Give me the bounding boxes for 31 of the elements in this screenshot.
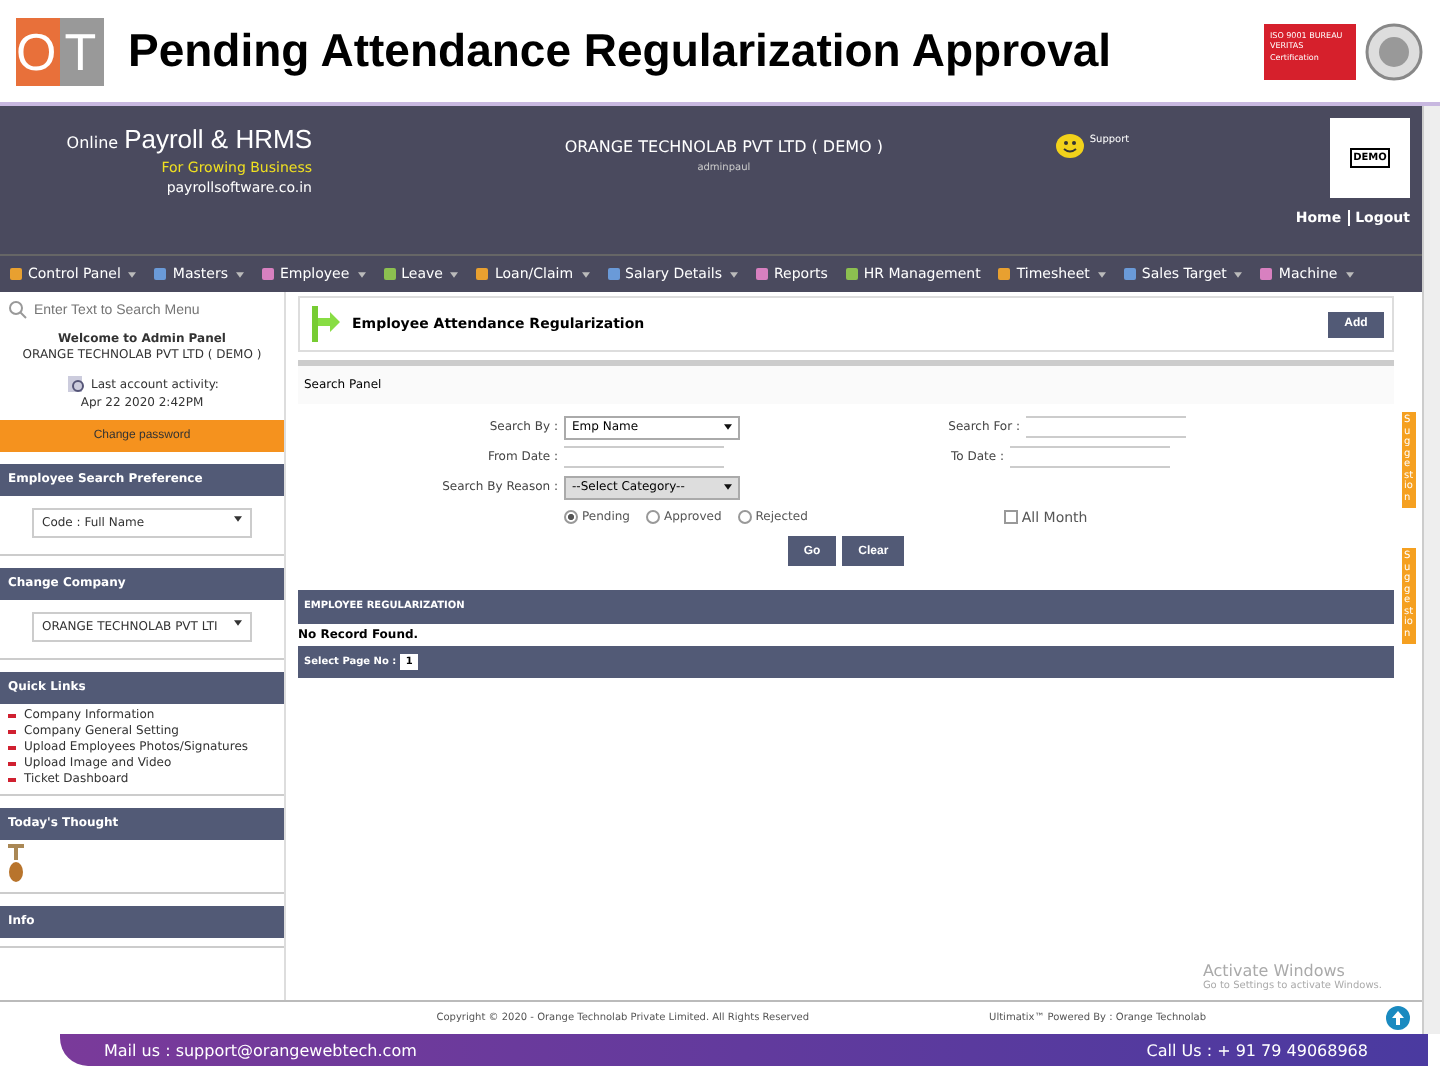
seal-icon — [1364, 21, 1424, 81]
menu-icon — [152, 266, 169, 282]
caret-icon — [234, 516, 242, 522]
menu-icon — [605, 266, 622, 282]
menu-icon — [754, 266, 770, 282]
activation-notice-title: Activate Windows — [1202, 962, 1347, 980]
menu-icon — [259, 266, 276, 282]
call-text: Call Us : + 91 79 49068968 — [1146, 1041, 1368, 1059]
brand-prefix: Online — [66, 134, 119, 152]
signpost-icon — [308, 306, 340, 342]
caret-icon — [234, 620, 242, 626]
magnifier-icon — [65, 374, 86, 394]
scroll-top-icon[interactable] — [1386, 1006, 1410, 1030]
menu-icon — [474, 266, 491, 282]
menu-icon — [8, 266, 24, 282]
search-icon — [8, 300, 28, 320]
smiley-icon — [1055, 134, 1084, 158]
menu-icon — [381, 266, 398, 282]
mail-text: Mail us : support@orangewebtech.com — [104, 1041, 417, 1059]
menu-icon — [996, 266, 1013, 282]
slide-title: Pending Attendance Regularization Approval — [128, 24, 1114, 78]
brand-name: Payroll & HRMS — [124, 124, 312, 154]
caret-icon — [724, 484, 732, 490]
figure-icon — [8, 844, 24, 884]
company-name: ORANGE TECHNOLAB PVT LTD ( DEMO ) — [562, 138, 886, 156]
scrollbar[interactable] — [1422, 106, 1440, 1034]
menu-icon — [843, 266, 860, 282]
caret-icon — [724, 424, 732, 430]
menu-icon — [1121, 266, 1138, 282]
company-logo: OT — [16, 17, 104, 85]
menu-icon — [1258, 266, 1275, 282]
